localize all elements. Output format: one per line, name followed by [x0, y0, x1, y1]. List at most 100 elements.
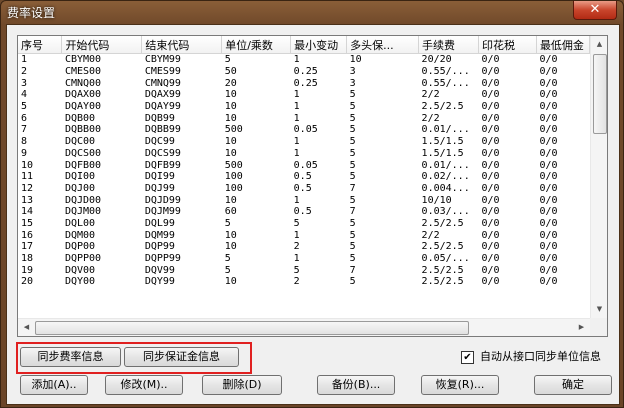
table-row[interactable]: 17 DQP00 DQP99 10 2 5 2.5/2.5 0/0 0/0 [18, 241, 590, 253]
table-cell: 0/0 [539, 206, 558, 218]
scroll-up-icon[interactable]: ▲ [592, 37, 607, 52]
horizontal-scroll-thumb[interactable] [35, 321, 469, 335]
modify-button[interactable]: 修改(M).. [105, 375, 183, 395]
table-cell: 8 [21, 136, 28, 148]
auto-sync-checkbox[interactable]: ✔ [461, 351, 474, 364]
table-cell: 2.5/2.5 [421, 217, 464, 229]
table-cell: 0/0 [481, 159, 500, 171]
column-header[interactable]: 单位/乘数 [221, 36, 292, 54]
ok-button[interactable]: 确定 [534, 375, 612, 395]
table-cell: 5 [293, 217, 300, 229]
table-cell: 7 [349, 182, 356, 194]
column-header[interactable]: 印花税 [478, 36, 537, 54]
table-cell: CMNQ99 [144, 77, 181, 89]
table-cell: 20 [21, 276, 34, 288]
table-cell: 0/0 [539, 182, 558, 194]
horizontal-scrollbar[interactable]: ◀ ▶ [18, 318, 590, 336]
table-row[interactable]: 9 DQCS00 DQCS99 10 1 5 1.5/1.5 0/0 0/0 [18, 148, 590, 160]
table-cell: 500 [224, 124, 243, 136]
table-row[interactable]: 12 DQJ00 DQJ99 100 0.5 7 0.004... 0/0 0/0 [18, 183, 590, 195]
table-cell: DQB99 [144, 112, 175, 124]
column-header[interactable]: 开始代码 [61, 36, 143, 54]
restore-button[interactable]: 恢复(R)... [421, 375, 499, 395]
column-header[interactable]: 手续费 [418, 36, 480, 54]
table-row[interactable]: 4 DQAX00 DQAX99 10 1 5 2/2 0/0 0/0 [18, 89, 590, 101]
table-cell: DQM00 [64, 229, 96, 241]
table-cell: 2.5/2.5 [421, 264, 464, 276]
table-cell: 0.5 [293, 171, 312, 183]
table-row[interactable]: 10 DQFB00 DQFB99 500 0.05 5 0.01/... 0/0 0/0 [18, 159, 590, 171]
table-cell: 0.05 [293, 159, 318, 171]
table-cell: 14 [21, 206, 34, 218]
scroll-left-icon[interactable]: ◀ [19, 320, 34, 335]
backup-button[interactable]: 备份(B)... [317, 375, 395, 395]
table-row[interactable]: 20 DQY00 DQY99 10 2 5 2.5/2.5 0/0 0/0 [18, 276, 590, 288]
table-cell: DQJM00 [64, 206, 102, 218]
table-cell: 15 [21, 217, 34, 229]
vertical-scrollbar[interactable]: ▲ ▼ [590, 36, 607, 318]
table-cell: 0/0 [481, 101, 500, 113]
table-cell: DQI00 [64, 171, 96, 183]
table-row[interactable]: 8 DQC00 DQC99 10 1 5 1.5/1.5 0/0 0/0 [18, 136, 590, 148]
table-cell: 100 [224, 171, 243, 183]
table-cell: 1 [293, 89, 300, 101]
table-cell: 0/0 [539, 89, 558, 101]
table-row[interactable]: 14 DQJM00 DQJM99 60 0.5 7 0.03/... 0/0 0/0 [18, 206, 590, 218]
sync-margin-button[interactable]: 同步保证金信息 [124, 347, 239, 367]
table-row[interactable]: 7 DQBB00 DQBB99 500 0.05 5 0.01/... 0/0 0/0 [18, 124, 590, 136]
table-row[interactable]: 2 CMES00 CMES99 50 0.25 3 0.55/... 0/0 0/0 [18, 66, 590, 78]
column-header[interactable]: 序号 [18, 36, 63, 54]
table-cell: 10 [224, 136, 237, 148]
table-row[interactable]: 16 DQM00 DQM99 10 1 5 2/2 0/0 0/0 [18, 229, 590, 241]
table-cell: 0/0 [481, 77, 500, 89]
sync-fee-button[interactable]: 同步费率信息 [20, 347, 121, 367]
table-cell: 0/0 [481, 276, 500, 288]
table-cell: 1 [293, 136, 300, 148]
table-cell: 13 [21, 194, 34, 206]
column-header[interactable]: 最小变动 [290, 36, 348, 54]
table-cell: DQM99 [144, 229, 175, 241]
table-cell: 7 [349, 264, 356, 276]
table-cell: 6 [21, 112, 28, 124]
title-bar[interactable]: 费率设置 ✕ [1, 1, 623, 23]
fee-table-wrap: 序号 开始代码 结束代码 单位/乘数 最小变动 多头保... 手续费 印花税 最低佣金 1 CBY… [18, 36, 590, 318]
table-row[interactable]: 1 CBYM00 CBYM99 5 1 10 20/20 0/0 0/0 [18, 54, 590, 66]
table-row[interactable]: 5 DQAY00 DQAY99 10 1 5 2.5/2.5 0/0 0/0 [18, 101, 590, 113]
table-cell: CMES00 [64, 66, 102, 78]
table-cell: DQB00 [64, 112, 96, 124]
scroll-down-icon[interactable]: ▼ [592, 302, 607, 317]
table-row[interactable]: 18 DQPP00 DQPP99 5 1 5 0.05/... 0/0 0/0 [18, 253, 590, 265]
table-cell: DQY99 [144, 276, 175, 288]
table-cell: 60 [224, 206, 237, 218]
table-cell: DQFB99 [144, 159, 181, 171]
table-cell: DQL00 [64, 217, 96, 229]
table-cell: 1 [21, 54, 28, 66]
table-cell: 1 [293, 229, 300, 241]
table-row[interactable]: 11 DQI00 DQI99 100 0.5 5 0.02/... 0/0 0/0 [18, 171, 590, 183]
table-cell: 0/0 [539, 229, 558, 241]
table-header-row: 序号 开始代码 结束代码 单位/乘数 最小变动 多头保... 手续费 印花税 最低佣金 [18, 36, 590, 54]
table-cell: 2 [21, 66, 28, 78]
table-row[interactable]: 6 DQB00 DQB99 10 1 5 2/2 0/0 0/0 [18, 112, 590, 124]
table-cell: 5 [224, 253, 231, 265]
table-cell: 5 [224, 54, 231, 66]
table-cell: 0/0 [481, 112, 500, 124]
column-header[interactable]: 最低佣金 [536, 36, 590, 54]
table-row[interactable]: 19 DQV00 DQV99 5 5 7 2.5/2.5 0/0 0/0 [18, 264, 590, 276]
scroll-right-icon[interactable]: ▶ [574, 320, 589, 335]
table-cell: 0/0 [539, 66, 558, 78]
table-cell: 5 [349, 89, 356, 101]
table-row[interactable]: 3 CMNQ00 CMNQ99 20 0.25 3 0.55/... 0/0 0/0 [18, 77, 590, 89]
add-button[interactable]: 添加(A).. [20, 375, 88, 395]
table-row[interactable]: 13 DQJD00 DQJD99 10 1 5 10/10 0/0 0/0 [18, 194, 590, 206]
column-header[interactable]: 多头保... [346, 36, 420, 54]
vertical-scroll-thumb[interactable] [593, 54, 607, 134]
table-cell: 10 [224, 112, 237, 124]
table-row[interactable]: 15 DQL00 DQL99 5 5 5 2.5/2.5 0/0 0/0 [18, 218, 590, 230]
close-button[interactable]: ✕ [573, 1, 617, 20]
table-cell: 1.5/1.5 [421, 136, 464, 148]
column-header[interactable]: 结束代码 [141, 36, 223, 54]
delete-button[interactable]: 删除(D) [202, 375, 282, 395]
table-cell: DQC00 [64, 136, 96, 148]
table-cell: 10 [224, 194, 237, 206]
